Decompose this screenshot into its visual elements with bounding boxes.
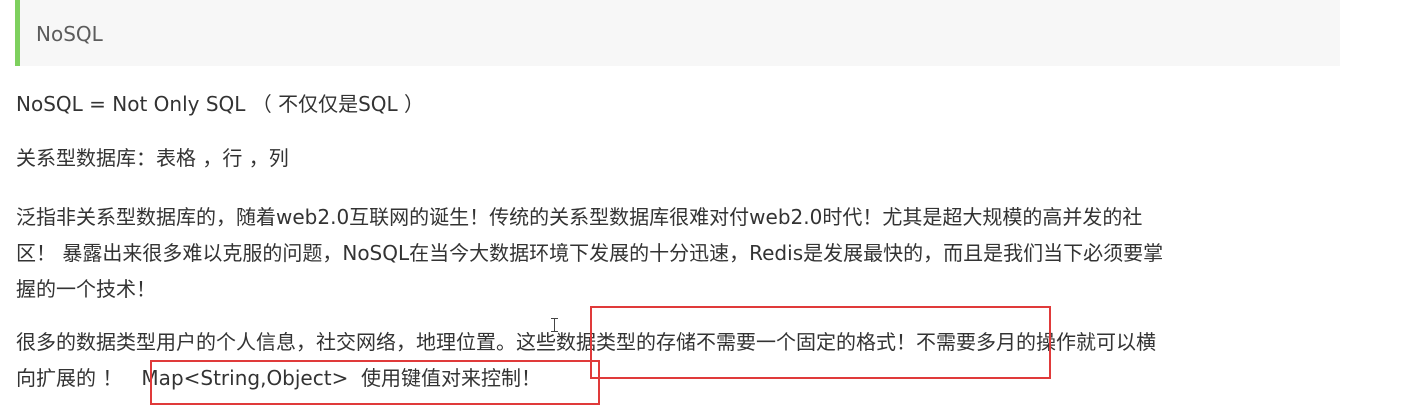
text-cursor-icon bbox=[551, 318, 559, 332]
intro-line-1: 泛指非关系型数据库的，随着web2.0互联网的诞生！传统的关系型数据库很难对付w… bbox=[16, 205, 1143, 229]
section-heading: NoSQL bbox=[15, 0, 1340, 66]
intro-line-3: 握的一个技术！ bbox=[16, 277, 156, 301]
datatypes-line-1: 很多的数据类型用户的个人信息，社交网络，地理位置。这些数据类型的存储不需要一个固… bbox=[16, 330, 1156, 354]
section-heading-title: NoSQL bbox=[36, 22, 103, 46]
datatypes-paragraph: 很多的数据类型用户的个人信息，社交网络，地理位置。这些数据类型的存储不需要一个固… bbox=[16, 324, 1156, 396]
relational-paragraph: 关系型数据库：表格 ，行 ，列 bbox=[16, 146, 289, 170]
definition-paragraph: NoSQL = Not Only SQL （ 不仅仅是SQL ） bbox=[16, 92, 425, 116]
intro-line-2: 区！ 暴露出来很多难以克服的问题，NoSQL在当今大数据环境下发展的十分迅速，R… bbox=[16, 241, 1164, 265]
document-page: NoSQL NoSQL = Not Only SQL （ 不仅仅是SQL ） 关… bbox=[0, 0, 1415, 417]
datatypes-line-2: 向扩展的 ！ Map<String,Object> 使用键值对来控制！ bbox=[16, 366, 542, 390]
intro-paragraph: 泛指非关系型数据库的，随着web2.0互联网的诞生！传统的关系型数据库很难对付w… bbox=[16, 199, 1163, 307]
